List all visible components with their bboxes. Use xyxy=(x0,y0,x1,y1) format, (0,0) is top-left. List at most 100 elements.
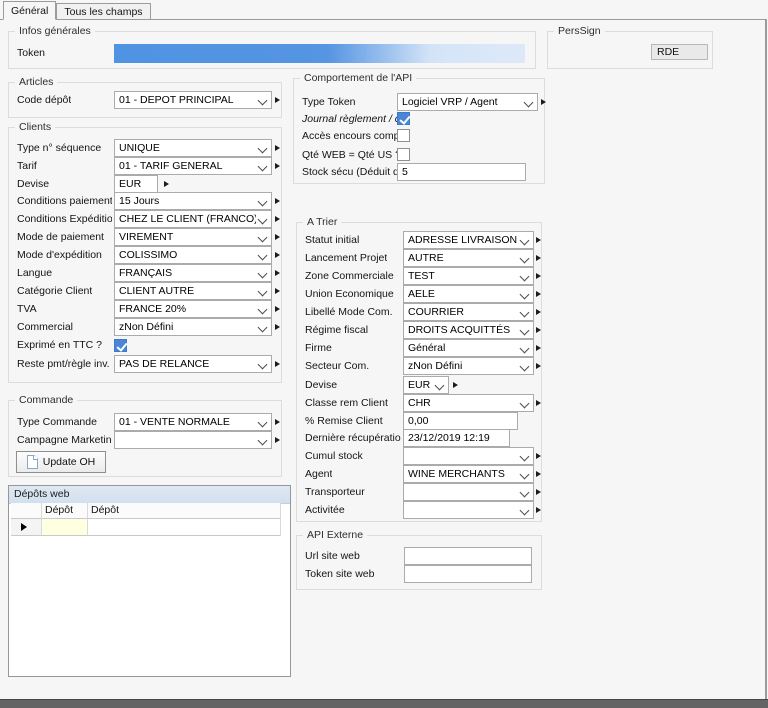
chevron-down-icon xyxy=(258,215,268,225)
statut-initial-select[interactable]: ADRESSE LIVRAISON xyxy=(403,231,534,249)
derniere-recuperation-input[interactable]: 23/12/2019 12:19 xyxy=(403,429,510,447)
secteur-com-select[interactable]: zNon Défini xyxy=(403,357,534,375)
detail-arrow-icon[interactable] xyxy=(536,309,541,315)
detail-arrow-icon[interactable] xyxy=(275,270,280,276)
detail-arrow-icon[interactable] xyxy=(275,324,280,330)
update-oh-button[interactable]: Update OH xyxy=(16,451,106,473)
detail-arrow-icon[interactable] xyxy=(164,181,169,187)
detail-arrow-icon[interactable] xyxy=(536,471,541,477)
type-sequence-select[interactable]: UNIQUE xyxy=(114,139,272,157)
detail-arrow-icon[interactable] xyxy=(536,345,541,351)
detail-arrow-icon[interactable] xyxy=(536,291,541,297)
detail-arrow-icon[interactable] xyxy=(541,99,546,105)
window-bottom-edge[interactable] xyxy=(0,699,768,708)
detail-arrow-icon[interactable] xyxy=(275,234,280,240)
categorie-client-select[interactable]: CLIENT AUTRE xyxy=(114,282,272,300)
tab-general[interactable]: Général xyxy=(3,1,56,20)
devise-select[interactable]: EUR xyxy=(403,376,449,394)
detail-arrow-icon[interactable] xyxy=(275,97,280,103)
detail-arrow-icon[interactable] xyxy=(536,273,541,279)
chevron-down-icon xyxy=(258,323,268,333)
group-title: Comportement de l'API xyxy=(300,71,416,85)
document-icon xyxy=(27,455,38,469)
detail-arrow-icon[interactable] xyxy=(536,453,541,459)
chevron-down-icon xyxy=(258,96,268,106)
field-label: Mode d'expédition xyxy=(17,246,102,264)
langue-select[interactable]: FRANÇAIS xyxy=(114,264,272,282)
field-label: TVA xyxy=(17,300,37,318)
detail-arrow-icon[interactable] xyxy=(275,288,280,294)
commercial-select[interactable]: zNon Défini xyxy=(114,318,272,336)
detail-arrow-icon[interactable] xyxy=(536,400,541,406)
type-commande-select[interactable]: 01 - VENTE NORMALE xyxy=(114,413,272,431)
detail-arrow-icon[interactable] xyxy=(275,306,280,312)
detail-arrow-icon[interactable] xyxy=(275,145,280,151)
qte-web-checkbox[interactable] xyxy=(397,148,410,161)
field-label: Type Token xyxy=(302,93,356,111)
detail-arrow-icon[interactable] xyxy=(536,507,541,513)
chevron-down-icon xyxy=(520,290,530,300)
field-label: Langue xyxy=(17,264,52,282)
token-site-web-input[interactable] xyxy=(404,565,532,583)
chevron-down-icon xyxy=(520,399,530,409)
detail-arrow-icon[interactable] xyxy=(275,198,280,204)
grid-column-header[interactable]: Dépôt xyxy=(88,503,281,519)
group-clients: Clients Type n° séquence UNIQUE Tarif 01… xyxy=(8,127,282,383)
detail-arrow-icon[interactable] xyxy=(536,327,541,333)
detail-arrow-icon[interactable] xyxy=(536,363,541,369)
detail-arrow-icon[interactable] xyxy=(275,361,280,367)
devise-input[interactable]: EUR xyxy=(114,175,158,193)
tva-select[interactable]: FRANCE 20% xyxy=(114,300,272,318)
grid-row-selector[interactable] xyxy=(11,519,42,536)
tab-tous-les-champs[interactable]: Tous les champs xyxy=(56,3,150,19)
stock-secu-input[interactable]: 5 xyxy=(397,163,526,181)
token-value-bar[interactable] xyxy=(114,44,525,63)
libelle-mode-com-select[interactable]: COURRIER xyxy=(403,303,534,321)
tarif-select[interactable]: 01 - TARIF GENERAL xyxy=(114,157,272,175)
url-site-web-input[interactable] xyxy=(404,547,532,565)
rde-button[interactable]: RDE xyxy=(651,44,708,60)
field-label: Type n° séquence xyxy=(17,139,101,157)
detail-arrow-icon[interactable] xyxy=(275,216,280,222)
detail-arrow-icon[interactable] xyxy=(536,489,541,495)
mode-expedition-select[interactable]: COLISSIMO xyxy=(114,246,272,264)
agent-select[interactable]: WINE MERCHANTS xyxy=(403,465,534,483)
conditions-expedition-select[interactable]: CHEZ LE CLIENT (FRANCO) TEST xyxy=(114,210,272,228)
journal-reglement-checkbox[interactable] xyxy=(397,112,410,125)
grid-column-header[interactable]: Dépôt xyxy=(42,503,88,519)
detail-arrow-icon[interactable] xyxy=(275,163,280,169)
field-label: Reste pmt/règle inv. int. xyxy=(17,355,112,373)
campagne-marketing-select[interactable] xyxy=(114,431,272,449)
field-label: Commercial xyxy=(17,318,73,336)
field-label: Secteur Com. xyxy=(305,357,369,375)
detail-arrow-icon[interactable] xyxy=(536,255,541,261)
reste-pmt-select[interactable]: PAS DE RELANCE xyxy=(114,355,272,373)
detail-arrow-icon[interactable] xyxy=(453,382,458,388)
conditions-paiement-select[interactable]: 15 Jours xyxy=(114,192,272,210)
remise-client-input[interactable]: 0,00 xyxy=(403,412,518,430)
exprime-ttc-checkbox[interactable] xyxy=(114,339,127,352)
classe-rem-client-select[interactable]: CHR xyxy=(403,394,534,412)
grid-cell-depot1[interactable] xyxy=(42,519,88,536)
regime-fiscal-select[interactable]: DROITS ACQUITTÉS xyxy=(403,321,534,339)
activitee-select[interactable] xyxy=(403,501,534,519)
lancement-projet-select[interactable]: AUTRE xyxy=(403,249,534,267)
firme-select[interactable]: Général xyxy=(403,339,534,357)
field-label: Statut initial xyxy=(305,231,359,249)
acces-encours-checkbox[interactable] xyxy=(397,129,410,142)
detail-arrow-icon[interactable] xyxy=(275,252,280,258)
detail-arrow-icon[interactable] xyxy=(536,237,541,243)
group-title: Articles xyxy=(15,75,57,89)
type-token-select[interactable]: Logiciel VRP / Agent xyxy=(397,93,538,111)
cumul-stock-select[interactable] xyxy=(403,447,534,465)
union-economique-select[interactable]: AELE xyxy=(403,285,534,303)
code-depot-select[interactable]: 01 - DEPOT PRINCIPAL xyxy=(114,91,272,109)
zone-commerciale-select[interactable]: TEST xyxy=(403,267,534,285)
field-label: Cumul stock xyxy=(305,447,363,465)
transporteur-select[interactable] xyxy=(403,483,534,501)
detail-arrow-icon[interactable] xyxy=(275,419,280,425)
field-label: Token site web xyxy=(305,565,374,583)
grid-cell-depot2[interactable] xyxy=(88,519,281,536)
mode-paiement-select[interactable]: VIREMENT xyxy=(114,228,272,246)
detail-arrow-icon[interactable] xyxy=(275,437,280,443)
